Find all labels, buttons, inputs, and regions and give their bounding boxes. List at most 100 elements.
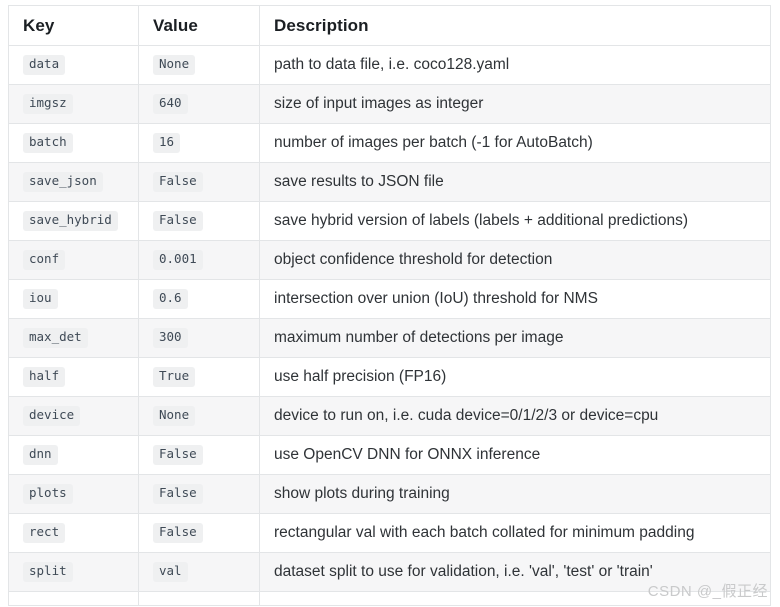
table-body: data None path to data file, i.e. coco128.… (8, 45, 771, 606)
cell-description: object confidence threshold for detectio… (259, 240, 771, 280)
argument-value: False (153, 484, 203, 504)
argument-value: val (153, 562, 188, 582)
cell-key: save_hybrid (8, 201, 139, 241)
cell-key: plots (8, 474, 139, 514)
cell-value: False (138, 201, 260, 241)
argument-description: rectangular val with each batch collated… (274, 524, 695, 542)
argument-description: use OpenCV DNN for ONNX inference (274, 446, 541, 464)
table-row: save_json False save results to JSON file (8, 162, 771, 202)
table-row: max_det 300 maximum number of detections p… (8, 318, 771, 358)
argument-value: 0.001 (153, 250, 203, 270)
table-row: save_hybrid False save hybrid version of l… (8, 201, 771, 241)
cell-key: data (8, 45, 139, 85)
argument-value: 640 (153, 94, 188, 114)
cell-key: max_det (8, 318, 139, 358)
cell-description: intersection over union (IoU) threshold … (259, 279, 771, 319)
cell-description: show plots during training (259, 474, 771, 514)
cell-key: imgsz (8, 84, 139, 124)
cell-key: dnn (8, 435, 139, 475)
argument-key: batch (23, 133, 73, 153)
cell-key: split (8, 552, 139, 592)
table-row: plots False show plots during training (8, 474, 771, 514)
argument-description: device to run on, i.e. cuda device=0/1/2… (274, 407, 659, 425)
cell-value: None (138, 396, 260, 436)
argument-value: True (153, 367, 196, 387)
table-row: batch 16 number of images per batch (-1 fo… (8, 123, 771, 163)
cell-key: device (8, 396, 139, 436)
argument-key: dnn (23, 445, 58, 465)
cell-key: rect (8, 513, 139, 553)
cell-value: False (138, 162, 260, 202)
argument-value: 300 (153, 328, 188, 348)
argument-description: show plots during training (274, 485, 450, 503)
table-row: half True use half precision (FP16) (8, 357, 771, 397)
argument-key: split (23, 562, 73, 582)
argument-description: save results to JSON file (274, 173, 444, 191)
validation-arguments-table: Key Value Description data None path to da… (8, 5, 771, 606)
cell-description: save results to JSON file (259, 162, 771, 202)
column-header-description: Description (259, 5, 771, 46)
cell-value: 640 (138, 84, 260, 124)
argument-key: rect (23, 523, 66, 543)
cell-description: maximum number of detections per image (259, 318, 771, 358)
cell-key: conf (8, 240, 139, 280)
argument-description: number of images per batch (-1 for AutoB… (274, 134, 593, 152)
page-container: Key Value Description data None path to da… (0, 0, 780, 607)
argument-key: save_json (23, 172, 103, 192)
argument-key: plots (23, 484, 73, 504)
cell-key: batch (8, 123, 139, 163)
cell-empty (8, 591, 139, 606)
argument-value: None (153, 55, 196, 75)
table-header: Key Value Description (8, 5, 771, 46)
table-header-row: Key Value Description (8, 5, 771, 46)
argument-key: conf (23, 250, 66, 270)
argument-description: object confidence threshold for detectio… (274, 251, 553, 269)
argument-key: imgsz (23, 94, 73, 114)
cell-value: False (138, 474, 260, 514)
cell-description: save hybrid version of labels (labels + … (259, 201, 771, 241)
cell-value: False (138, 435, 260, 475)
argument-value: 0.6 (153, 289, 188, 309)
table-row: conf 0.001 object confidence threshold for… (8, 240, 771, 280)
cell-description: dataset split to use for validation, i.e… (259, 552, 771, 592)
argument-description: path to data file, i.e. coco128.yaml (274, 56, 510, 74)
cell-description: rectangular val with each batch collated… (259, 513, 771, 553)
table-row: dnn False use OpenCV DNN for ONNX inferenc… (8, 435, 771, 475)
table-row: split val dataset split to use for validat… (8, 552, 771, 592)
argument-key: max_det (23, 328, 88, 348)
cell-description: use OpenCV DNN for ONNX inference (259, 435, 771, 475)
cell-description: number of images per batch (-1 for AutoB… (259, 123, 771, 163)
argument-value: 16 (153, 133, 181, 153)
cell-value: 16 (138, 123, 260, 163)
argument-description: use half precision (FP16) (274, 368, 447, 386)
argument-description: maximum number of detections per image (274, 329, 564, 347)
cell-description: size of input images as integer (259, 84, 771, 124)
argument-key: device (23, 406, 81, 426)
table-row: imgsz 640 size of input images as integer (8, 84, 771, 124)
column-header-key: Key (8, 5, 139, 46)
table-row: device None device to run on, i.e. cuda de… (8, 396, 771, 436)
argument-value: False (153, 445, 203, 465)
cell-description: device to run on, i.e. cuda device=0/1/2… (259, 396, 771, 436)
cell-value: val (138, 552, 260, 592)
argument-key: save_hybrid (23, 211, 118, 231)
table-row: rect False rectangular val with each batch… (8, 513, 771, 553)
cell-value: None (138, 45, 260, 85)
argument-key: data (23, 55, 66, 75)
cell-key: half (8, 357, 139, 397)
table-row: iou 0.6 intersection over union (IoU) thre… (8, 279, 771, 319)
column-header-value: Value (138, 5, 260, 46)
cell-key: save_json (8, 162, 139, 202)
argument-value: False (153, 172, 203, 192)
cell-empty (138, 591, 260, 606)
cell-value: 300 (138, 318, 260, 358)
cell-description: path to data file, i.e. coco128.yaml (259, 45, 771, 85)
cell-key: iou (8, 279, 139, 319)
cell-value: True (138, 357, 260, 397)
cell-empty (260, 592, 771, 606)
cell-value: 0.6 (138, 279, 260, 319)
argument-description: intersection over union (IoU) threshold … (274, 290, 598, 308)
argument-key: half (23, 367, 66, 387)
argument-value: False (153, 523, 203, 543)
argument-description: dataset split to use for validation, i.e… (274, 563, 653, 581)
